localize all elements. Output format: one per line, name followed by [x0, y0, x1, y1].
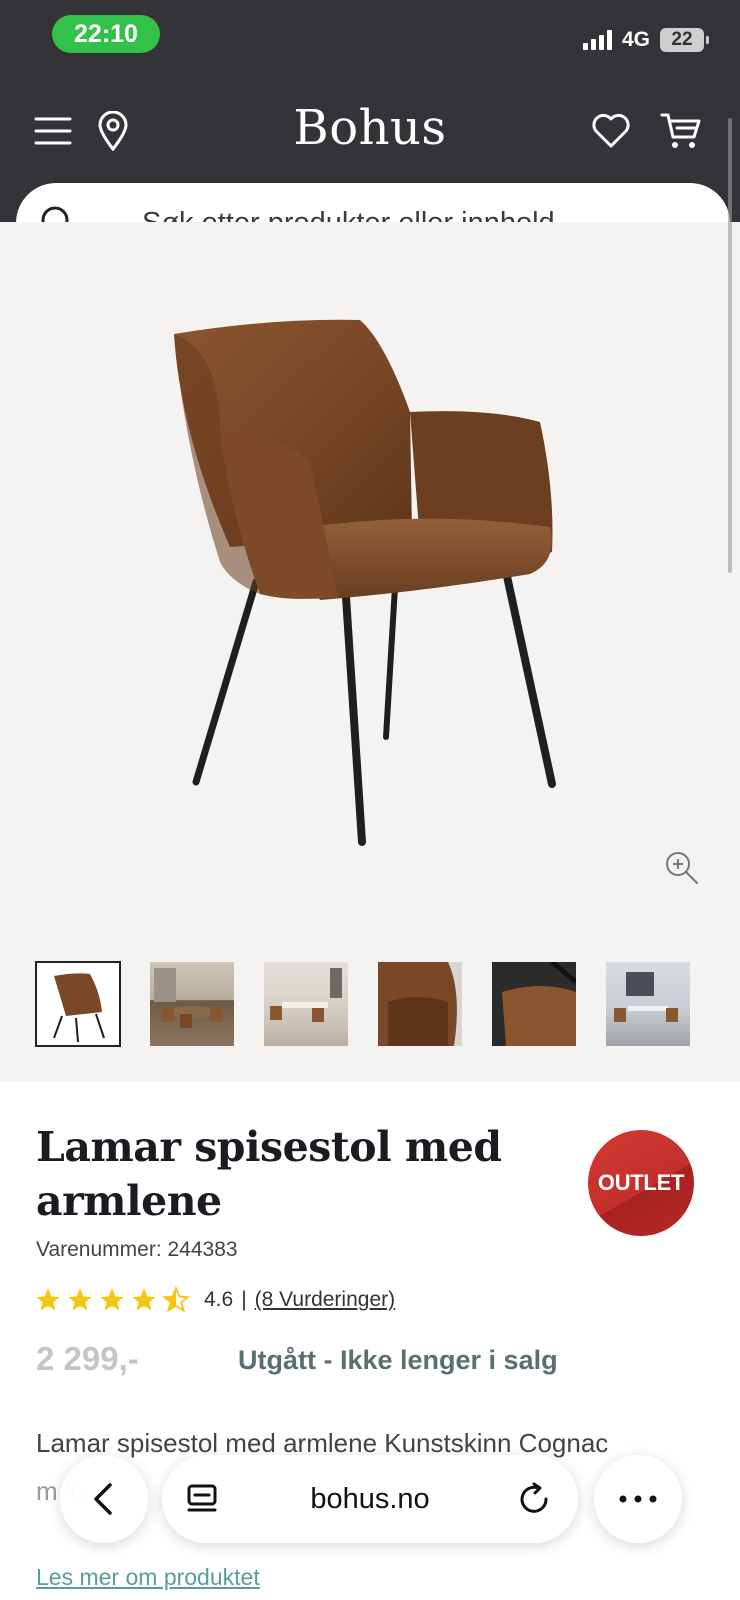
- star-icon: [132, 1288, 156, 1311]
- thumbnail-chair-back[interactable]: [378, 962, 462, 1046]
- address-bar[interactable]: bohus.no: [162, 1455, 578, 1543]
- thumbnail-dining-scene-2[interactable]: [264, 962, 348, 1046]
- status-time: 22:10: [52, 15, 160, 53]
- outlet-badge: OUTLET: [588, 1130, 694, 1236]
- zoom-icon[interactable]: [664, 850, 700, 886]
- chevron-left-icon: [94, 1483, 112, 1515]
- signal-icon: [582, 30, 612, 50]
- star-icon: [100, 1288, 124, 1311]
- rating-value: 4.6: [204, 1288, 234, 1311]
- reload-icon[interactable]: [516, 1481, 552, 1517]
- star-icon: [68, 1288, 92, 1311]
- rating-separator: |: [241, 1288, 247, 1311]
- rating-row: 4.6 | (8 Vurderinger): [34, 1284, 395, 1316]
- star-icon: [36, 1288, 60, 1311]
- reviews-link[interactable]: (8 Vurderinger): [255, 1288, 395, 1312]
- product-gallery: [0, 222, 740, 1082]
- heart-icon[interactable]: [590, 110, 632, 152]
- product-image[interactable]: [160, 312, 580, 852]
- network-label: 4G: [621, 28, 650, 51]
- battery-icon: 22: [660, 28, 709, 52]
- more-options-button[interactable]: [594, 1455, 682, 1543]
- thumbnail-strip: [35, 961, 720, 1048]
- cart-icon[interactable]: [660, 110, 702, 152]
- scrollbar[interactable]: [728, 118, 732, 573]
- product-title: Lamar spisestol med armlene: [36, 1123, 502, 1225]
- read-more-link[interactable]: Les mer om produktet: [36, 1564, 260, 1591]
- back-button[interactable]: [60, 1455, 148, 1543]
- thumbnail-dining-scene-1[interactable]: [150, 962, 234, 1046]
- star-half-icon: [162, 1286, 190, 1313]
- product-price: 2 299,-: [36, 1340, 139, 1377]
- thumbnail-chair-front[interactable]: [35, 961, 121, 1047]
- thumbnail-chair-side[interactable]: [492, 962, 576, 1046]
- status-indicators: 4G 22: [582, 26, 709, 54]
- product-sku: Varenummer: 244383: [36, 1238, 238, 1261]
- ellipsis-icon: [619, 1495, 657, 1503]
- thumbnail-dining-scene-3[interactable]: [606, 962, 690, 1046]
- availability-status: Utgått - Ikke lenger i salg: [238, 1345, 558, 1375]
